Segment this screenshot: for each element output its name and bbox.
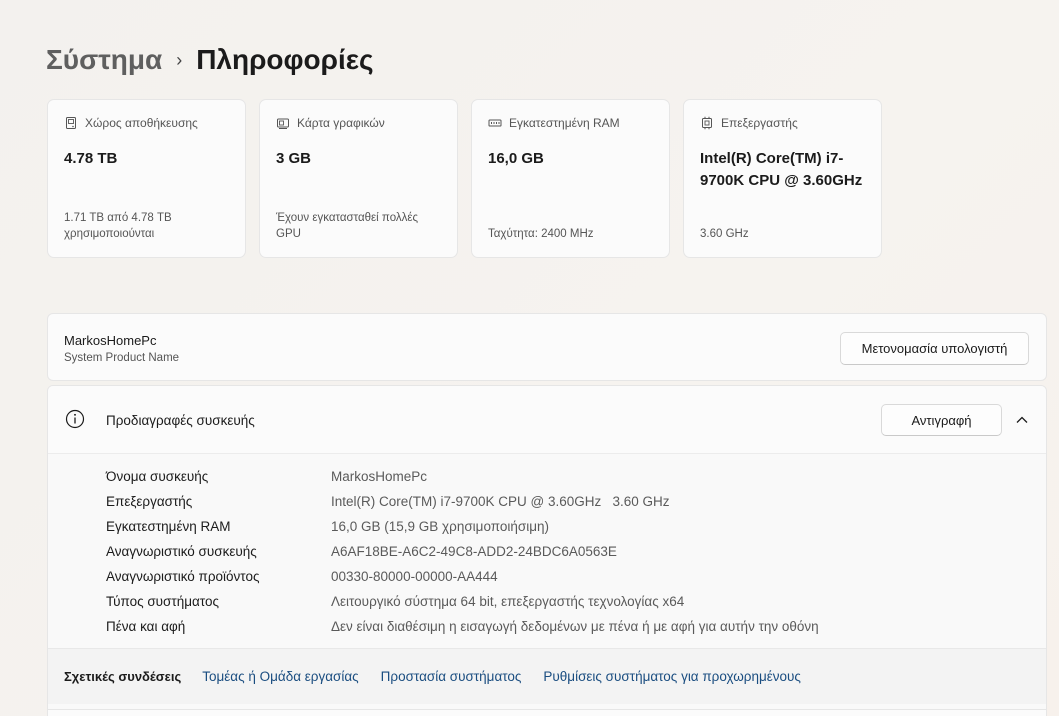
card-title: Επεξεργαστής xyxy=(721,116,798,130)
spec-row: Αναγνωριστικό προϊόντος 00330-80000-0000… xyxy=(106,564,819,589)
spec-value: 00330-80000-00000-AA444 xyxy=(331,569,498,584)
spec-rows: Όνομα συσκευής MarkosHomePc Επεξεργαστής… xyxy=(106,464,819,639)
spec-row: Αναγνωριστικό συσκευής A6AF18BE-A6C2-49C… xyxy=(106,539,819,564)
card-value: 4.78 TB xyxy=(64,150,118,167)
spec-label: Πένα και αφή xyxy=(106,619,186,634)
spec-label: Επεξεργαστής xyxy=(106,494,193,509)
spec-label: Όνομα συσκευής xyxy=(106,469,209,484)
rename-pc-button[interactable]: Μετονομασία υπολογιστή xyxy=(840,332,1029,365)
card-subtext: 1.71 TB από 4.78 TB χρησιμοποιούνται xyxy=(64,212,172,240)
summary-cards: Χώρος αποθήκευσης 4.78 TB 1.71 TB από 4.… xyxy=(47,99,882,258)
breadcrumb-separator: › xyxy=(176,49,183,70)
card-value: 3 GB xyxy=(276,150,312,167)
card-title: Χώρος αποθήκευσης xyxy=(85,116,198,130)
spec-row: Επεξεργαστής Intel(R) Core(TM) i7-9700K … xyxy=(106,489,819,514)
spec-row: Όνομα συσκευής MarkosHomePc xyxy=(106,464,819,489)
device-product-name: System Product Name xyxy=(64,352,180,364)
device-specs-header[interactable]: Προδιαγραφές συσκευής Αντιγραφή xyxy=(48,386,1046,454)
related-links-label: Σχετικές συνδέσεις xyxy=(64,669,182,684)
spec-value: MarkosHomePc xyxy=(331,469,428,484)
card-title: Κάρτα γραφικών xyxy=(297,116,385,130)
device-specs-panel: Προδιαγραφές συσκευής Αντιγραφή Όνομα συ… xyxy=(47,385,1047,716)
card-storage: Χώρος αποθήκευσης 4.78 TB 1.71 TB από 4.… xyxy=(47,99,246,258)
page-title: Πληροφορίες xyxy=(196,44,374,75)
spec-label: Αναγνωριστικό προϊόντος xyxy=(106,569,260,584)
chevron-up-icon[interactable] xyxy=(1015,413,1029,427)
spec-value: Intel(R) Core(TM) i7-9700K CPU @ 3.60GHz… xyxy=(331,494,670,509)
card-ram: Εγκατεστημένη RAM 16,0 GB Ταχύτητα: 2400… xyxy=(471,99,670,258)
spec-value: Λειτουργικό σύστημα 64 bit, επεξεργαστής… xyxy=(331,594,685,609)
spec-value: Δεν είναι διαθέσιμη η εισαγωγή δεδομένων… xyxy=(331,619,819,634)
breadcrumb-system[interactable]: Σύστημα xyxy=(46,44,162,76)
processor-icon xyxy=(702,116,712,130)
breadcrumb: Σύστημα › Πληροφορίες xyxy=(46,44,374,76)
spec-row: Εγκατεστημένη RAM 16,0 GB (15,9 GB χρησι… xyxy=(106,514,819,539)
link-system-protection[interactable]: Προστασία συστήματος xyxy=(381,669,522,684)
copy-button[interactable]: Αντιγραφή xyxy=(881,404,1002,436)
card-title: Εγκατεστημένη RAM xyxy=(509,116,620,130)
graphics-card-icon xyxy=(277,118,289,129)
link-advanced-system-settings[interactable]: Ρυθμίσεις συστήματος για προχωρημένους xyxy=(543,669,801,684)
card-processor: Επεξεργαστής Intel(R) Core(TM) i7-9700K … xyxy=(683,99,882,258)
spec-label: Εγκατεστημένη RAM xyxy=(106,519,231,534)
spec-label: Τύπος συστήματος xyxy=(106,594,219,609)
info-icon xyxy=(65,409,85,429)
link-domain-workgroup[interactable]: Τομέας ή Ομάδα εργασίας xyxy=(202,669,358,684)
spec-value: A6AF18BE-A6C2-49C8-ADD2-24BDC6A0563E xyxy=(331,544,617,559)
device-name-panel: MarkosHomePc System Product Name Μετονομ… xyxy=(47,313,1047,381)
card-value: Intel(R) Core(TM) i7-9700K CPU @ 3.60GHz xyxy=(700,150,863,189)
card-subtext: Έχουν εγκατασταθεί πολλές GPU xyxy=(276,212,419,240)
spec-row: Πένα και αφή Δεν είναι διαθέσιμη η εισαγ… xyxy=(106,614,819,639)
device-name: MarkosHomePc xyxy=(64,333,157,348)
next-panel-edge xyxy=(47,709,1047,716)
card-subtext: 3.60 GHz xyxy=(700,228,749,240)
storage-icon xyxy=(66,117,76,129)
card-graphics: Κάρτα γραφικών 3 GB Έχουν εγκατασταθεί π… xyxy=(259,99,458,258)
card-value: 16,0 GB xyxy=(488,150,544,167)
spec-label: Αναγνωριστικό συσκευής xyxy=(106,544,257,559)
device-specs-title: Προδιαγραφές συσκευής xyxy=(106,413,255,428)
card-subtext: Ταχύτητα: 2400 MHz xyxy=(488,228,594,240)
related-links: Σχετικές συνδέσεις Τομέας ή Ομάδα εργασί… xyxy=(48,648,1046,704)
spec-row: Τύπος συστήματος Λειτουργικό σύστημα 64 … xyxy=(106,589,819,614)
ram-icon xyxy=(488,119,502,127)
spec-value: 16,0 GB (15,9 GB χρησιμοποιήσιμη) xyxy=(331,519,550,534)
